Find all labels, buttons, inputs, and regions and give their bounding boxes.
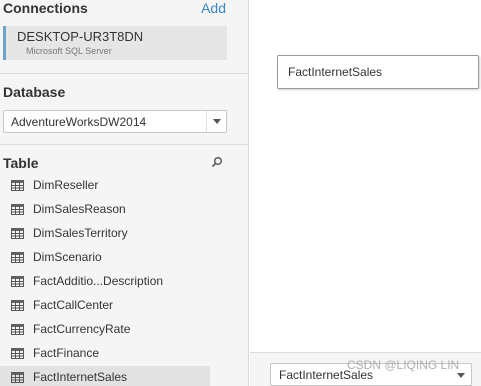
table-name: DimReseller [33,178,99,192]
canvas-area: FactInternetSales FactInternetSales CSDN… [250,0,481,386]
chevron-down-icon [213,119,221,124]
table-list-item[interactable]: FactFinance [0,342,248,366]
table-name: FactCurrencyRate [33,322,131,336]
divider [0,73,248,74]
table-grid-icon [11,324,24,335]
connection-name: DESKTOP-UR3T8DN [17,29,144,44]
table-list-item[interactable]: DimScenario [0,246,248,270]
canvas-table-label: FactInternetSales [288,65,383,79]
table-grid-icon [11,276,24,287]
data-source-sidebar: Connections Add DESKTOP-UR3T8DN Microsof… [0,0,249,386]
table-name: DimScenario [33,250,102,264]
table-list-item[interactable]: DimReseller [0,174,248,198]
table-grid-icon [11,348,24,359]
table-name: FactInternetSales [33,370,128,384]
table-list-item[interactable]: DimSalesReason [0,198,248,222]
table-name: FactAdditio...Description [33,274,164,288]
table-list: DimReseller DimSalesReason DimSalesTerrito… [0,174,248,386]
table-grid-icon [11,252,24,263]
database-title: Database [3,84,66,100]
database-value: AdventureWorksDW2014 [11,115,147,129]
table-grid-icon [11,372,24,383]
watermark-text: CSDN @LIQING LIN [347,358,460,372]
table-name: DimSalesTerritory [33,226,128,240]
canvas-table-card[interactable]: FactInternetSales [277,55,479,89]
divider [0,144,248,145]
table-grid-icon [11,180,24,191]
table-grid-icon [11,228,24,239]
database-select[interactable]: AdventureWorksDW2014 [3,110,227,133]
table-name: FactCallCenter [33,298,114,312]
connection-type: Microsoft SQL Server [26,46,112,56]
table-title: Table [3,155,39,171]
table-list-item[interactable]: FactCallCenter [0,294,248,318]
search-icon[interactable] [211,156,223,168]
table-list-item[interactable]: FactAdditio...Description [0,270,248,294]
table-list-item[interactable]: FactCurrencyRate [0,318,248,342]
table-name: DimSalesReason [33,202,126,216]
add-connection-link[interactable]: Add [201,0,226,16]
table-grid-icon [11,300,24,311]
connections-title: Connections [3,0,88,16]
table-list-item[interactable]: FactInternetSales [0,366,210,386]
table-list-item[interactable]: DimSalesTerritory [0,222,248,246]
database-dropdown-button[interactable] [206,111,226,132]
table-name: FactFinance [33,346,100,360]
table-grid-icon [11,204,24,215]
connection-item[interactable]: DESKTOP-UR3T8DN Microsoft SQL Server [3,26,227,60]
chevron-down-icon [457,373,465,378]
